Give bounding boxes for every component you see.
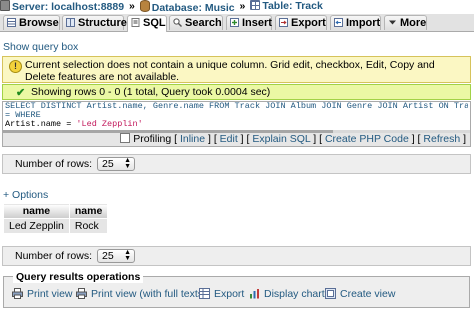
- explain-sql-link[interactable]: Explain SQL: [252, 133, 310, 145]
- printer-icon: [12, 288, 23, 299]
- chart-icon: [250, 289, 259, 299]
- table-header-row: name name: [3, 203, 109, 219]
- success-text: Showing rows 0 - 0 (1 total, Query took …: [31, 86, 271, 98]
- breadcrumb-table-label[interactable]: Table: Track: [262, 0, 323, 12]
- select-arrows-icon: ▲ ▼: [124, 157, 131, 170]
- export-label[interactable]: Export: [214, 288, 244, 300]
- display-chart-label[interactable]: Display chart: [264, 288, 325, 300]
- table-row: Led Zepplin Rock: [3, 218, 109, 234]
- success-message: ✔ Showing rows 0 - 0 (1 total, Query too…: [2, 84, 471, 100]
- display-chart-button[interactable]: Display chart: [249, 287, 325, 301]
- rows-select[interactable]: 25 ▲ ▼: [97, 249, 135, 263]
- sql-operator: =: [61, 119, 77, 129]
- sql-value: 'Led Zepplin': [76, 119, 143, 129]
- printer-icon: [76, 288, 87, 299]
- rows-select-value: 25: [102, 158, 114, 170]
- export-icon: [199, 288, 210, 299]
- chevron-down-icon: [389, 20, 396, 25]
- print-view-full-texts-button[interactable]: Print view (with full texts): [76, 287, 207, 301]
- breadcrumb-database[interactable]: Database: Music: [139, 0, 235, 14]
- server-icon: [0, 0, 10, 11]
- tab-import[interactable]: Import: [330, 15, 381, 30]
- column-header-artist-name[interactable]: name: [3, 203, 70, 219]
- breadcrumb-database-label[interactable]: Database: Music: [152, 2, 235, 14]
- check-icon: ✔: [16, 87, 26, 99]
- sql-icon: [131, 18, 140, 27]
- sql-code[interactable]: SELECT DISTINCT Artist.name, Genre.name …: [5, 102, 468, 130]
- tab-structure-label: Structure: [78, 17, 127, 29]
- warning-icon: !: [9, 60, 22, 73]
- tab-structure[interactable]: Structure: [62, 15, 127, 30]
- breadcrumb-server[interactable]: Server: localhost:8889: [0, 0, 124, 14]
- tab-sql-label: SQL: [143, 17, 166, 29]
- tab-bar: Browse Structure SQL Search Insert Expor…: [0, 14, 474, 32]
- rows-select-value: 25: [102, 250, 114, 262]
- rows-navigation-bottom: Number of rows: 25 ▲ ▼: [2, 246, 471, 266]
- rows-label: Number of rows:: [15, 158, 93, 170]
- tab-sql[interactable]: SQL: [127, 15, 167, 32]
- table-cell: Led Zepplin: [3, 218, 70, 234]
- create-php-code-link[interactable]: Create PHP Code: [325, 133, 409, 145]
- query-results-operations-legend: Query results operations: [13, 272, 144, 283]
- notice-text: Current selection does not contain a uni…: [25, 59, 435, 83]
- notice-message: ! Current selection does not contain a u…: [2, 56, 471, 83]
- show-query-box-link[interactable]: Show query box: [3, 41, 78, 53]
- tab-search-label: Search: [185, 17, 222, 29]
- refresh-link[interactable]: Refresh: [423, 133, 460, 145]
- rows-select[interactable]: 25 ▲ ▼: [97, 157, 135, 171]
- results-table: name name Led Zepplin Rock: [3, 203, 109, 234]
- tab-more-label: More: [400, 17, 427, 29]
- inline-link[interactable]: Inline: [180, 133, 205, 145]
- select-arrows-icon: ▲ ▼: [124, 249, 131, 262]
- breadcrumb-server-label[interactable]: Server: localhost:8889: [12, 1, 124, 13]
- tab-export-label: Export: [291, 17, 326, 29]
- sql-field: Artist.name: [5, 119, 62, 129]
- query-results-operations: Query results operations Print view Prin…: [3, 272, 470, 308]
- import-icon: [334, 18, 343, 27]
- breadcrumb-separator: »: [239, 0, 246, 12]
- column-header-genre-name[interactable]: name: [68, 203, 109, 219]
- create-view-button[interactable]: Create view: [325, 287, 395, 301]
- print-view-label[interactable]: Print view: [27, 288, 73, 300]
- view-icon: [325, 288, 336, 299]
- tab-browse[interactable]: Browse: [3, 15, 60, 30]
- breadcrumb-separator: »: [128, 0, 135, 12]
- edit-link[interactable]: Edit: [220, 133, 238, 145]
- rows-navigation-top: Number of rows: 25 ▲ ▼: [2, 154, 471, 174]
- create-view-label[interactable]: Create view: [340, 288, 395, 300]
- search-icon: [173, 18, 182, 27]
- browse-icon: [7, 18, 16, 27]
- sql-line-1: SELECT DISTINCT Artist.name, Genre.name …: [5, 102, 468, 111]
- tab-insert[interactable]: Insert: [226, 15, 272, 30]
- breadcrumb-table[interactable]: Table: Track: [250, 0, 323, 13]
- sql-query-box: SELECT DISTINCT Artist.name, Genre.name …: [2, 101, 471, 147]
- tab-export[interactable]: Export: [275, 15, 327, 30]
- structure-icon: [66, 18, 75, 27]
- export-button[interactable]: Export: [199, 287, 244, 301]
- options-link[interactable]: + Options: [3, 189, 48, 201]
- tab-more[interactable]: More: [384, 15, 427, 30]
- print-view-button[interactable]: Print view: [12, 287, 73, 301]
- table-cell: Rock: [68, 218, 109, 234]
- rows-label: Number of rows:: [15, 250, 93, 262]
- tab-import-label: Import: [346, 17, 381, 29]
- tab-browse-label: Browse: [19, 17, 59, 29]
- table-icon: [250, 0, 261, 10]
- export-icon: [279, 18, 288, 27]
- profiling-checkbox[interactable]: [120, 133, 131, 143]
- sql-tools-bar: Profiling [ Inline ] [ Edit ] [ Explain …: [3, 133, 470, 146]
- tab-insert-label: Insert: [242, 17, 272, 29]
- tab-search[interactable]: Search: [169, 15, 223, 30]
- profiling-label: Profiling: [133, 133, 172, 145]
- insert-icon: [230, 18, 239, 27]
- breadcrumb: Server: localhost:8889 » Database: Music…: [0, 0, 474, 14]
- database-icon: [139, 0, 150, 12]
- print-view-full-texts-label[interactable]: Print view (with full texts): [91, 288, 207, 300]
